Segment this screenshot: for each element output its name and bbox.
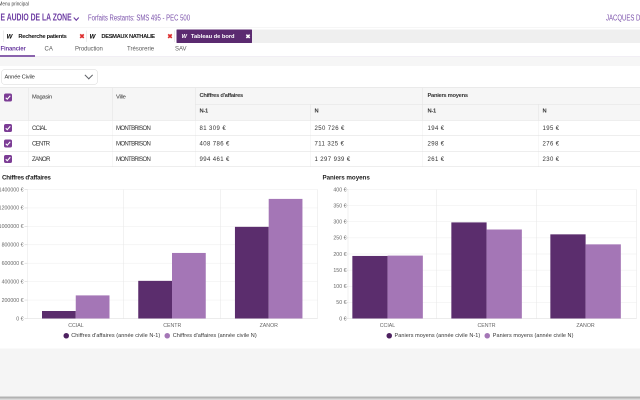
svg-text:1400000 €: 1400000 € [0,187,24,193]
svg-text:CCIAL: CCIAL [68,323,84,329]
svg-text:0 €: 0 € [16,316,23,322]
svg-text:800000 €: 800000 € [2,243,24,249]
svg-text:250 €: 250 € [333,236,346,242]
svg-text:600000 €: 600000 € [2,261,24,267]
svg-text:200000 €: 200000 € [2,298,24,304]
svg-text:400 €: 400 € [333,187,346,193]
svg-text:100 €: 100 € [333,284,346,290]
svg-text:CCIAL: CCIAL [380,323,396,329]
svg-text:ZANOR: ZANOR [260,323,279,329]
svg-text:350 €: 350 € [333,203,346,209]
svg-text:200 €: 200 € [333,252,346,258]
svg-text:1200000 €: 1200000 € [0,206,24,212]
svg-text:300 €: 300 € [333,220,346,226]
svg-text:CENTR: CENTR [163,323,181,329]
svg-text:1000000 €: 1000000 € [0,224,24,230]
svg-text:ZANOR: ZANOR [576,323,595,329]
svg-text:0 €: 0 € [339,316,346,322]
svg-text:150 €: 150 € [333,268,346,274]
svg-text:50 €: 50 € [336,300,346,306]
svg-text:400000 €: 400000 € [2,279,24,285]
svg-text:CENTR: CENTR [477,323,495,329]
